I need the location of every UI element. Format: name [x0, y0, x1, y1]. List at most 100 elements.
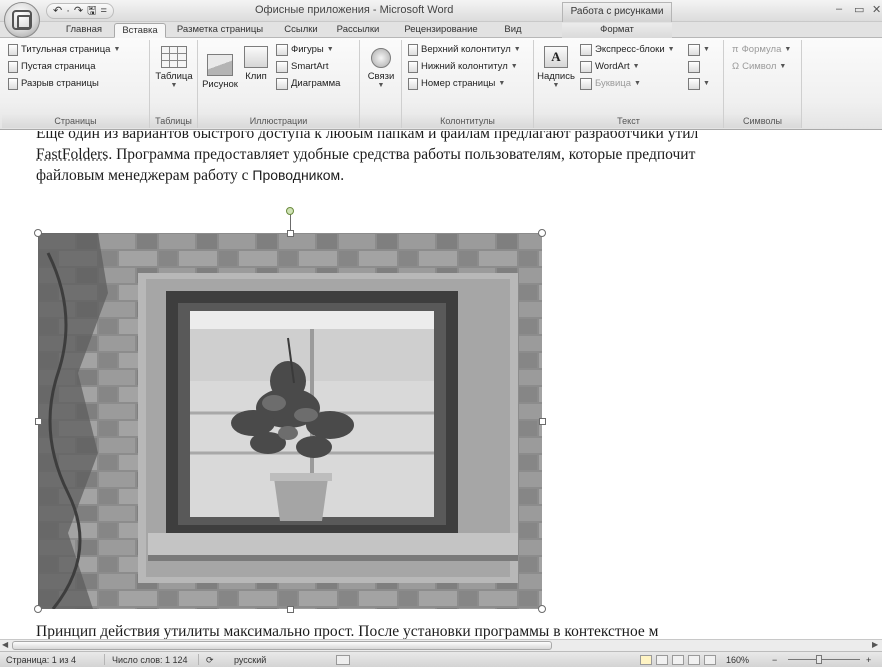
table-button[interactable]: Таблица ▼ — [155, 46, 193, 89]
resize-handle-top-left[interactable] — [34, 229, 42, 237]
minimize-button[interactable]: – — [836, 3, 842, 15]
cover-page-icon — [8, 43, 18, 56]
links-icon — [371, 48, 391, 68]
resize-handle-bottom[interactable] — [287, 606, 294, 613]
full-screen-view-icon[interactable] — [656, 655, 668, 665]
chart-label: Диаграмма — [291, 78, 341, 89]
word-count[interactable]: Число слов: 1 124 — [112, 655, 188, 665]
wordart-icon — [580, 60, 592, 73]
resize-handle-top[interactable] — [287, 230, 294, 237]
group-label-tables: Таблицы — [150, 115, 197, 128]
quick-parts-button[interactable]: Экспресс-блоки ▼ — [580, 42, 675, 57]
dropdown-arrow-icon: ▼ — [634, 80, 641, 87]
group-text: A Надпись ▼ Экспресс-блоки ▼ WordArt ▼ Бук… — [534, 40, 724, 128]
object-button[interactable]: ▼ — [688, 76, 710, 91]
tab-view[interactable]: Вид — [496, 23, 530, 38]
footer-button[interactable]: Нижний колонтитул ▼ — [408, 59, 518, 74]
zoom-in-icon[interactable]: + — [866, 655, 871, 665]
quick-parts-label: Экспресс-блоки — [595, 44, 665, 55]
group-label-links — [360, 115, 401, 128]
language-indicator[interactable]: русский — [234, 655, 266, 665]
quick-parts-icon — [580, 43, 592, 56]
symbol-label: Символ — [742, 61, 777, 72]
status-divider — [198, 654, 199, 665]
picture-icon — [207, 54, 233, 76]
zoom-slider-track[interactable] — [788, 659, 860, 660]
group-label-header-footer: Колонтитулы — [402, 115, 533, 128]
zoom-slider-knob[interactable] — [816, 655, 822, 664]
zoom-level[interactable]: 160% — [726, 655, 749, 665]
textbox-button[interactable]: A Надпись ▼ — [537, 46, 575, 89]
status-divider — [104, 654, 105, 665]
resize-handle-left[interactable] — [35, 418, 42, 425]
smartart-button[interactable]: SmartArt — [276, 59, 328, 74]
paragraph-2[interactable]: Принцип действия утилиты максимально про… — [36, 621, 878, 639]
draft-view-icon[interactable] — [704, 655, 716, 665]
tab-page-layout[interactable]: Разметка страницы — [170, 23, 270, 38]
cover-page-label: Титульная страница — [21, 44, 111, 55]
zoom-out-icon[interactable]: − — [772, 655, 777, 665]
print-layout-view-icon[interactable] — [640, 655, 652, 665]
page-break-button[interactable]: Разрыв страницы — [8, 76, 99, 91]
scroll-left-icon[interactable]: ◀ — [2, 640, 8, 649]
scroll-right-icon[interactable]: ▶ — [872, 640, 878, 649]
page-number-button[interactable]: Номер страницы ▼ — [408, 76, 505, 91]
page-break-icon — [8, 77, 18, 90]
macro-record-icon[interactable] — [336, 655, 350, 665]
maximize-button[interactable]: ▭ — [854, 3, 864, 16]
clip-button[interactable]: Клип — [242, 46, 270, 82]
textbox-label: Надпись — [537, 71, 575, 82]
picture-button[interactable]: Рисунок — [202, 54, 238, 90]
resize-handle-right[interactable] — [539, 418, 546, 425]
resize-handle-top-right[interactable] — [538, 229, 546, 237]
close-button[interactable]: ✕ — [872, 3, 881, 16]
tab-insert[interactable]: Вставка — [114, 23, 166, 38]
blank-page-button[interactable]: Пустая страница — [8, 59, 95, 74]
symbol-button[interactable]: Ω Символ ▼ — [732, 59, 786, 74]
signature-line-button[interactable]: ▼ — [688, 42, 710, 57]
links-button[interactable]: Связи ▼ — [366, 48, 396, 89]
cover-page-button[interactable]: Титульная страница ▼ — [8, 42, 120, 57]
group-label-text: Текст — [534, 115, 723, 128]
save-icon[interactable]: 🖫 — [87, 4, 96, 18]
outline-view-icon[interactable] — [688, 655, 700, 665]
picture-label: Рисунок — [202, 79, 238, 90]
chart-button[interactable]: Диаграмма — [276, 76, 340, 91]
undo-dropdown-icon[interactable]: · — [66, 4, 70, 18]
customize-qat-icon[interactable]: = — [100, 4, 106, 18]
horizontal-scrollbar[interactable]: ◀ ▶ — [0, 639, 882, 651]
smartart-label: SmartArt — [291, 61, 329, 72]
tab-home[interactable]: Главная — [58, 23, 110, 38]
tab-references[interactable]: Ссылки — [276, 23, 326, 38]
selected-picture[interactable] — [38, 233, 542, 609]
group-illustrations: Рисунок Клип Фигуры ▼ SmartArt Диаграмма … — [198, 40, 360, 128]
proofing-icon[interactable]: ⟳ — [206, 655, 214, 666]
group-label-pages: Страницы — [2, 115, 149, 128]
tab-format[interactable]: Формат — [562, 23, 672, 38]
tab-mailings[interactable]: Рассылки — [330, 23, 386, 38]
dropcap-button[interactable]: Буквица ▼ — [580, 76, 641, 91]
equation-button[interactable]: π Формула ▼ — [732, 42, 791, 57]
resize-handle-bottom-left[interactable] — [34, 605, 42, 613]
page-indicator[interactable]: Страница: 1 из 4 — [6, 655, 76, 665]
paragraph-1[interactable]: Еще один из вариантов быстрого доступа к… — [36, 131, 878, 186]
resize-handle-bottom-right[interactable] — [538, 605, 546, 613]
scrollbar-thumb[interactable] — [12, 641, 552, 650]
tab-review[interactable]: Рецензирование — [392, 23, 490, 38]
shapes-button[interactable]: Фигуры ▼ — [276, 42, 334, 57]
dropdown-arrow-icon: ▼ — [632, 63, 640, 70]
paragraph-1-end: . — [340, 167, 345, 184]
fastfolders-link[interactable]: FastFolders — [36, 146, 108, 163]
redo-icon[interactable]: ↷ — [74, 4, 83, 18]
web-layout-view-icon[interactable] — [672, 655, 684, 665]
header-button[interactable]: Верхний колонтитул ▼ — [408, 42, 521, 57]
document-area[interactable]: Еще один из вариантов быстрого доступа к… — [0, 131, 882, 639]
group-pages: Титульная страница ▼ Пустая страница Разр… — [2, 40, 150, 128]
date-time-button[interactable] — [688, 59, 700, 74]
office-button[interactable] — [4, 2, 40, 38]
rotation-handle[interactable] — [286, 207, 294, 215]
undo-icon[interactable]: ↶ — [53, 4, 62, 18]
wordart-button[interactable]: WordArt ▼ — [580, 59, 640, 74]
paragraph-1-line-1: Еще один из вариантов быстрого доступа к… — [36, 131, 699, 142]
paragraph-1-line-3-text: файловым менеджерам работу с — [36, 167, 253, 184]
